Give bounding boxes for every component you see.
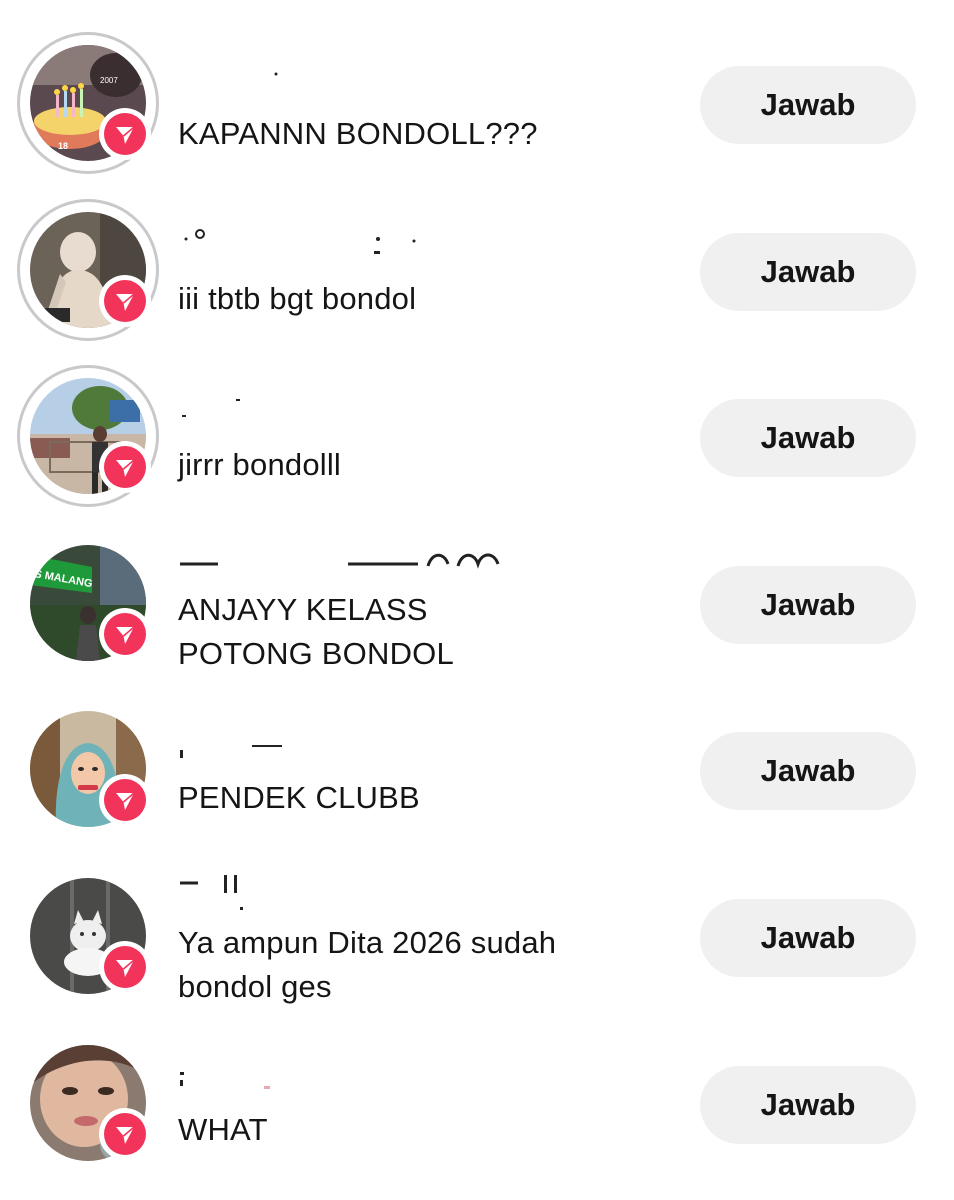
avatar[interactable]: S MALANG: [17, 532, 159, 674]
paper-plane-icon: [116, 792, 135, 810]
username-redacted: [178, 225, 508, 255]
list-item: Ya ampun Dita 2026 sudah bondol ges Jawa…: [0, 865, 954, 1031]
message-line-1: iii tbtb bgt bondol: [178, 281, 417, 316]
avatar[interactable]: [17, 865, 159, 1007]
message-line-1: jirrr bondolll: [178, 447, 342, 482]
avatar[interactable]: [17, 1032, 159, 1174]
message-line-1: KAPANNN BONDOLL???: [178, 116, 538, 151]
reply-button[interactable]: Jawab: [700, 1066, 916, 1144]
message-text: jirrr bondolll: [178, 443, 678, 487]
list-item: PENDEK CLUBB Jawab: [0, 698, 954, 864]
username-redacted: [178, 393, 508, 423]
paper-plane-icon: [116, 959, 135, 977]
message-text: Ya ampun Dita 2026 sudah bondol ges: [178, 921, 678, 1009]
message-text: PENDEK CLUBB: [178, 776, 678, 820]
reply-button[interactable]: Jawab: [700, 66, 916, 144]
message-line-1: PENDEK CLUBB: [178, 780, 420, 815]
reply-badge: [99, 774, 151, 826]
reply-badge: [99, 608, 151, 660]
paper-plane-icon: [116, 126, 135, 144]
avatar[interactable]: [17, 365, 159, 507]
reply-badge: [99, 1108, 151, 1160]
reply-badge: [99, 108, 151, 160]
message-line-1: WHAT: [178, 1112, 268, 1147]
list-item: S MALANG ANJAYY KELASS POTONG BONDOL Jaw…: [0, 532, 954, 698]
avatar[interactable]: 2007 18: [17, 32, 159, 174]
reply-button[interactable]: Jawab: [700, 233, 916, 311]
message-text: KAPANNN BONDOLL???: [178, 112, 678, 156]
message-text: iii tbtb bgt bondol: [178, 277, 678, 321]
reply-button[interactable]: Jawab: [700, 566, 916, 644]
list-item: jirrr bondolll Jawab: [0, 365, 954, 531]
username-redacted: [178, 538, 508, 569]
username-redacted: [178, 64, 508, 94]
cake-age-text: 18: [58, 141, 68, 151]
reply-badge: [99, 441, 151, 493]
reply-button[interactable]: Jawab: [700, 732, 916, 810]
username-redacted: [178, 736, 508, 766]
username-redacted: [178, 1058, 508, 1089]
reply-button[interactable]: Jawab: [700, 399, 916, 477]
cake-year-text: 2007: [100, 76, 118, 85]
reply-badge: [99, 275, 151, 327]
username-redacted: [178, 871, 508, 910]
paper-plane-icon: [116, 626, 135, 644]
paper-plane-icon: [116, 1126, 135, 1144]
reply-button[interactable]: Jawab: [700, 899, 916, 977]
message-line-2: POTONG BONDOL: [178, 636, 454, 671]
list-item: 2007 18 KAPANNN BONDOLL??? Jawab: [0, 32, 954, 198]
message-text: WHAT: [178, 1108, 678, 1152]
reply-badge: [99, 941, 151, 993]
message-line-1: Ya ampun Dita 2026 sudah: [178, 925, 557, 960]
list-item: WHAT Jawab: [0, 1032, 954, 1198]
message-line-1: ANJAYY KELASS: [178, 592, 428, 627]
message-text: ANJAYY KELASS POTONG BONDOL: [178, 588, 678, 676]
list-item: iii tbtb bgt bondol Jawab: [0, 199, 954, 365]
message-line-2: bondol ges: [178, 969, 332, 1004]
reply-list: 2007 18 KAPANNN BONDOLL??? Jawab iii tbt…: [0, 0, 954, 1200]
paper-plane-icon: [116, 459, 135, 477]
avatar[interactable]: [17, 698, 159, 840]
avatar[interactable]: [17, 199, 159, 341]
paper-plane-icon: [116, 293, 135, 311]
